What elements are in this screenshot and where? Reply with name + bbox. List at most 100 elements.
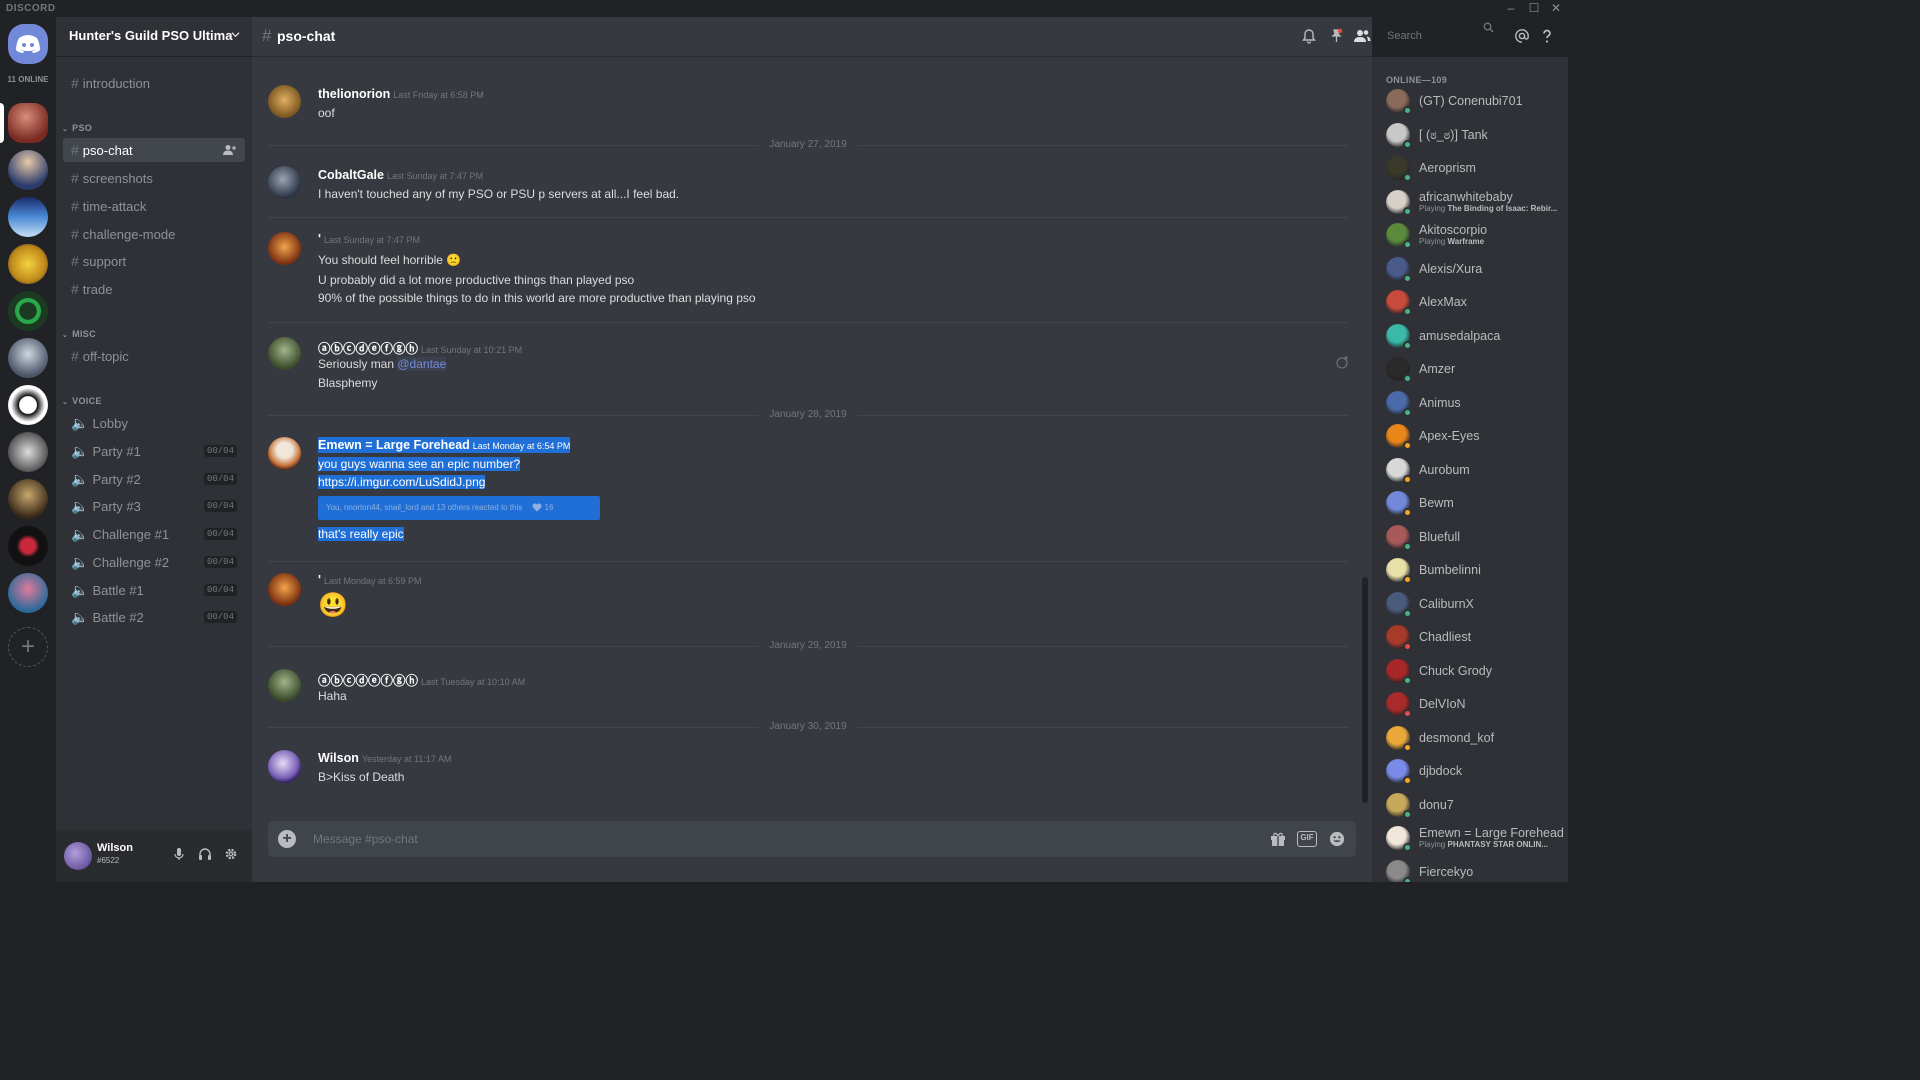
microphone-icon[interactable] <box>172 847 186 861</box>
member-item[interactable]: Emewn = Large Forehead Playing PHANTASY S… <box>1386 826 1566 858</box>
pin-icon[interactable] <box>1328 28 1344 44</box>
headphones-icon[interactable] <box>198 847 212 861</box>
member-item[interactable]: Bluefull <box>1386 524 1566 557</box>
voice-channel-battle-1[interactable]: 🔈 Battle #1 00/04 <box>63 578 245 602</box>
channel-label: screenshots <box>82 171 153 186</box>
avatar[interactable] <box>64 842 92 870</box>
gift-icon[interactable] <box>1269 831 1287 847</box>
member-item[interactable]: desmond_kof <box>1386 725 1566 758</box>
avatar[interactable] <box>268 337 301 370</box>
channel-introduction[interactable]: # introduction <box>63 71 245 95</box>
member-item[interactable]: amusedalpaca <box>1386 323 1566 356</box>
channel-off-topic[interactable]: # off-topic <box>63 344 245 368</box>
channel-screenshots[interactable]: # screenshots <box>63 166 245 190</box>
server-icon[interactable] <box>8 291 48 331</box>
message-author[interactable]: ' Last Sunday at 7:47 PM <box>318 232 420 246</box>
member-item[interactable]: Bumbelinni <box>1386 558 1566 590</box>
server-icon[interactable] <box>8 385 48 425</box>
member-item[interactable]: Chadliest <box>1386 625 1566 657</box>
member-item[interactable]: [ (ಠ_ಠ)] Tank <box>1386 122 1566 155</box>
voice-channel-challenge-1[interactable]: 🔈 Challenge #1 00/04 <box>63 522 245 546</box>
mention-icon[interactable] <box>1514 28 1530 44</box>
discord-home-button[interactable] <box>8 24 48 64</box>
member-item[interactable]: Apex-Eyes <box>1386 424 1566 456</box>
channel-trade[interactable]: # trade <box>63 277 245 301</box>
close-icon[interactable]: ✕ <box>1548 1 1564 15</box>
members-icon[interactable] <box>1353 28 1371 44</box>
channel-challenge-mode[interactable]: # challenge-mode <box>63 222 245 246</box>
member-item[interactable]: Amzer <box>1386 357 1566 389</box>
server-icon[interactable] <box>8 150 48 190</box>
avatar[interactable] <box>268 232 301 265</box>
add-server-button[interactable]: + <box>8 627 48 667</box>
minimize-icon[interactable]: – <box>1503 1 1519 15</box>
member-item[interactable]: (GT) Conenubi701 <box>1386 89 1566 121</box>
upload-button[interactable]: + <box>278 830 296 848</box>
channel-pso-chat[interactable]: # pso-chat <box>63 138 245 162</box>
voice-channel-lobby[interactable]: 🔈 Lobby <box>63 411 245 435</box>
server-icon[interactable] <box>8 244 48 284</box>
message-author[interactable]: CobaltGale Last Sunday at 7:47 PM <box>318 168 483 182</box>
channel-time-attack[interactable]: # time-attack <box>63 194 245 218</box>
maximize-icon[interactable]: ☐ <box>1526 1 1542 15</box>
chat-scrollbar[interactable] <box>1362 577 1368 803</box>
message-author[interactable]: ⓐⓑⓒⓓⓔⓕⓖⓗ Last Sunday at 10:21 PM <box>318 338 522 357</box>
message-author[interactable]: ' Last Monday at 6:59 PM <box>318 573 422 587</box>
member-item[interactable]: Aeroprism <box>1386 156 1566 188</box>
message-link[interactable]: https://i.imgur.com/LuSdidJ.png <box>318 475 486 489</box>
member-item[interactable]: djbdock <box>1386 759 1566 791</box>
avatar[interactable] <box>268 166 301 199</box>
guild-header[interactable]: Hunter's Guild PSO Ultima <box>56 17 252 57</box>
member-item[interactable]: DelVIoN <box>1386 692 1566 724</box>
server-icon[interactable] <box>8 338 48 378</box>
invite-member-icon[interactable] <box>223 144 237 156</box>
member-item[interactable]: CaliburnX <box>1386 591 1566 624</box>
member-item[interactable]: Fiercekyo <box>1386 859 1566 882</box>
message-author[interactable]: Wilson Yesterday at 11:17 AM <box>318 751 451 765</box>
category-misc[interactable]: ⌄ MISC <box>62 329 96 339</box>
channel-support[interactable]: # support <box>63 249 245 273</box>
avatar[interactable] <box>268 669 301 702</box>
avatar[interactable] <box>268 750 301 783</box>
message-input[interactable]: Message #pso-chat <box>313 832 418 846</box>
gif-button[interactable]: GIF <box>1297 831 1317 847</box>
category-voice[interactable]: ⌄ VOICE <box>62 396 102 406</box>
reaction-bar[interactable]: You, nnorton44, snail_lord and 13 others… <box>318 496 600 520</box>
message-composer[interactable]: + Message #pso-chat GIF <box>268 821 1356 857</box>
user-mention[interactable]: @dantae <box>397 357 447 371</box>
add-reaction-icon[interactable] <box>1336 355 1350 369</box>
member-item[interactable]: donu7 <box>1386 792 1566 825</box>
member-item[interactable]: AlexMax <box>1386 290 1566 322</box>
voice-channel-party-2[interactable]: 🔈 Party #2 00/04 <box>63 467 245 491</box>
voice-channel-battle-2[interactable]: 🔈 Battle #2 00/04 <box>63 605 245 629</box>
avatar[interactable] <box>268 85 301 118</box>
message-author[interactable]: thelionorion Last Friday at 6:58 PM <box>318 87 484 101</box>
bell-icon[interactable] <box>1301 28 1317 44</box>
server-icon[interactable] <box>8 573 48 613</box>
voice-channel-party-3[interactable]: 🔈 Party #3 00/04 <box>63 494 245 518</box>
server-icon[interactable] <box>8 479 48 519</box>
gear-icon[interactable] <box>224 847 238 861</box>
member-item[interactable]: Chuck Grody <box>1386 658 1566 691</box>
chevron-down-icon <box>231 32 240 38</box>
server-icon[interactable] <box>8 197 48 237</box>
member-item[interactable]: Bewm <box>1386 491 1566 523</box>
avatar[interactable] <box>268 573 301 606</box>
server-icon[interactable] <box>8 432 48 472</box>
member-item[interactable]: Aurobum <box>1386 457 1566 490</box>
category-pso[interactable]: ⌄ PSO <box>62 123 92 133</box>
member-item[interactable]: Animus <box>1386 390 1566 423</box>
member-item[interactable]: Alexis/Xura <box>1386 256 1566 289</box>
avatar[interactable] <box>268 437 301 470</box>
server-icon[interactable] <box>8 526 48 566</box>
member-item[interactable]: Akitoscorpio Playing Warframe <box>1386 223 1566 255</box>
voice-channel-party-1[interactable]: 🔈 Party #1 00/04 <box>63 439 245 463</box>
message-author[interactable]: Emewn = Large Forehead Last Monday at 6:5… <box>318 437 571 453</box>
help-icon[interactable] <box>1539 28 1555 44</box>
voice-channel-challenge-2[interactable]: 🔈 Challenge #2 00/04 <box>63 550 245 574</box>
emoji-picker-icon[interactable] <box>1328 831 1346 847</box>
member-item[interactable]: africanwhitebaby Playing The Binding of I… <box>1386 189 1566 222</box>
message-author[interactable]: ⓐⓑⓒⓓⓔⓕⓖⓗ Last Tuesday at 10:10 AM <box>318 670 525 689</box>
server-icon-hunters-guild[interactable] <box>8 103 48 143</box>
search-input[interactable]: Search <box>1381 25 1499 47</box>
